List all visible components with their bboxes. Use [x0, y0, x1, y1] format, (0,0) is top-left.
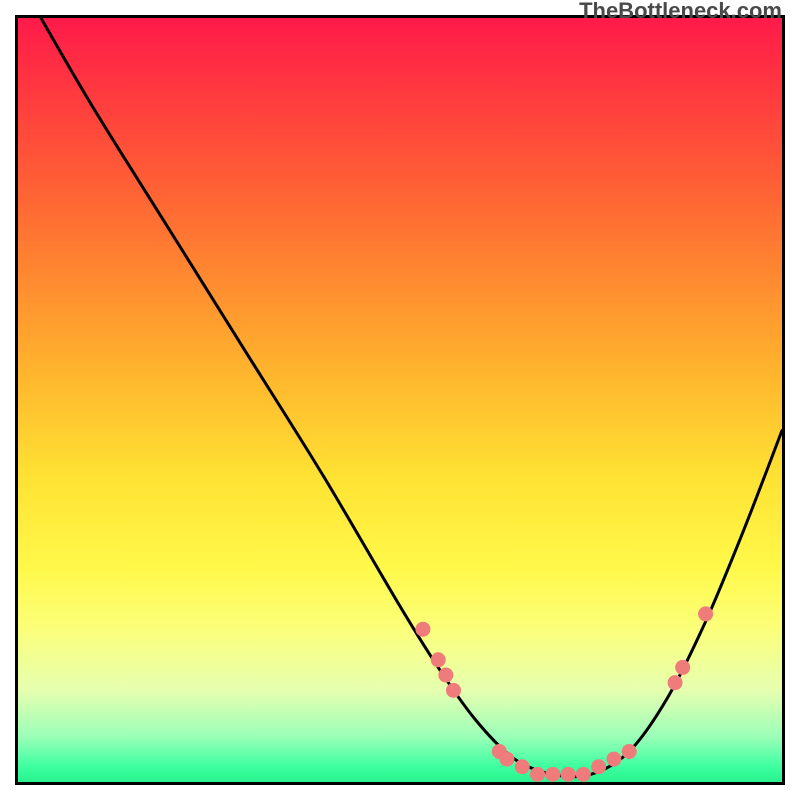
data-marker: [446, 683, 461, 698]
chart-svg: [18, 18, 782, 782]
data-marker: [675, 660, 690, 675]
chart-frame: [15, 15, 785, 785]
data-marker: [622, 744, 637, 759]
bottleneck-curve: [41, 18, 782, 777]
data-marker: [591, 759, 606, 774]
data-marker: [545, 767, 560, 782]
data-marker: [499, 752, 514, 767]
data-marker: [515, 759, 530, 774]
data-marker: [668, 675, 683, 690]
data-marker: [438, 668, 453, 683]
attribution-text: TheBottleneck.com: [579, 0, 782, 24]
data-marker: [431, 652, 446, 667]
curve-layer: [41, 18, 782, 777]
data-marker: [606, 752, 621, 767]
data-marker: [530, 767, 545, 782]
data-marker: [698, 606, 713, 621]
data-marker: [576, 767, 591, 782]
data-marker: [415, 622, 430, 637]
data-marker: [561, 767, 576, 782]
